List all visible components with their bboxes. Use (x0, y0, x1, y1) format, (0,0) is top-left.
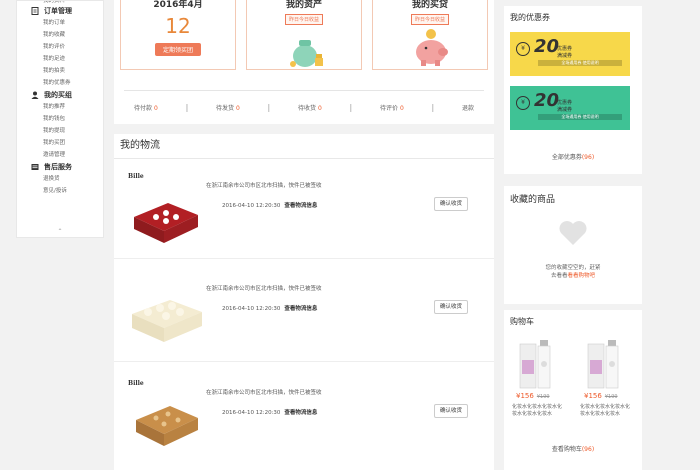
coupon-bar: 全场通用券 使用说明 (538, 114, 622, 120)
sidebar-group-orders: 订单管理 (17, 5, 103, 17)
assets-earnings-tag[interactable]: 昨日今日收益 (284, 14, 323, 25)
sidebar-item-returns[interactable]: 退换货 (17, 173, 103, 185)
logistics-row: 在浙江南余市公司市区北市扫描，快件已被签收 2016-04-10 12:20:3… (114, 262, 494, 362)
logistics-title: 我的物流 (114, 134, 494, 159)
coupon-desc: 优惠券 满减券 (557, 46, 573, 59)
logistics-row: Bille 在浙江南余市公司市区北市扫描，快件已被签收 2016-04-10 1… (114, 159, 494, 259)
sidebar-group-buy: 我的买组 (17, 89, 103, 101)
logistics-status-text: 在浙江南余市公司市区北市扫描，快件已被签收 (206, 390, 322, 396)
service-icon (31, 163, 39, 171)
cart-item-price: ¥156 ¥199 (584, 392, 618, 400)
sidebar-group-label: 订单管理 (44, 7, 72, 15)
user-icon (31, 91, 39, 99)
cart-item-name[interactable]: 化妆水化妆水化妆水化妆水化妆水化妆水 (580, 404, 632, 418)
yen-icon: ¥ (516, 96, 530, 110)
coupons-panel: 我的优惠券 ¥ 20 优惠券 满减券 全场通用券 使用说明 ¥ 20 优惠券 满减券… (504, 6, 642, 174)
sidebar-item-my-history[interactable]: 我的足迹 (17, 53, 103, 65)
heart-icon (558, 220, 588, 248)
coupon-amount: 20 (534, 36, 560, 57)
savings-earnings-tag[interactable]: 昨日今日收益 (410, 14, 449, 25)
cart-item[interactable] (510, 340, 566, 392)
chevron-up-icon[interactable]: ⌃ (17, 228, 103, 235)
sidebar-item-wallet[interactable]: 我的钱包 (17, 113, 103, 125)
coupon-desc: 优惠券 满减券 (557, 100, 573, 113)
cart-item-price: ¥156 ¥199 (516, 392, 550, 400)
view-logistics-link[interactable]: 查看物流信息 (284, 203, 317, 209)
sidebar-item-my-auctions[interactable]: 我的拍卖 (17, 65, 103, 77)
cart-item[interactable] (578, 340, 634, 392)
summary-panel: 2016年4月 12 定期领买团 我的资产 昨日今日收益 我的买贷 昨日今日收益 (114, 0, 494, 124)
savings-card: 我的买贷 昨日今日收益 (372, 0, 488, 70)
status-separator: | (267, 103, 271, 112)
document-icon (31, 7, 39, 15)
coupon-card[interactable]: ¥ 20 优惠券 满减券 全场通用券 使用说明 (510, 86, 630, 130)
logistics-time: 2016-04-10 12:20:30 查看物流信息 (222, 203, 318, 209)
view-logistics-link[interactable]: 查看物流信息 (284, 410, 317, 416)
status-pending-shipment[interactable]: 待发货 0 (216, 103, 240, 112)
status-pending-payment[interactable]: 待付款 0 (134, 103, 158, 112)
product-image-cream-cake[interactable] (126, 284, 206, 348)
logistics-status-text: 在浙江南余市公司市区北市扫描，快件已被签收 (206, 286, 322, 292)
product-image-toner (587, 340, 619, 389)
sidebar-item-my-favorites[interactable]: 我的收藏 (17, 29, 103, 41)
money-bag-icon (287, 32, 327, 70)
confirm-receipt-button[interactable]: 确认收货 (434, 300, 468, 314)
product-image-toner (519, 340, 551, 389)
brand-logo: Bille (128, 380, 144, 387)
status-separator: | (185, 103, 189, 112)
product-image-nut-cake[interactable] (126, 390, 206, 454)
all-coupons-link[interactable]: 全部优惠券(96) (504, 152, 642, 161)
sidebar-item-feedback[interactable]: 意见/投诉 (17, 185, 103, 197)
sidebar-item-my-reviews[interactable]: 我的评价 (17, 41, 103, 53)
status-pending-receipt[interactable]: 待收货 0 (298, 103, 322, 112)
coupons-title: 我的优惠券 (510, 13, 550, 22)
sidebar: 我的资料 订单管理 我的订单 我的收藏 我的评价 我的足迹 我的拍卖 我的优惠券… (16, 0, 104, 238)
logistics-time: 2016-04-10 12:20:30 查看物流信息 (222, 410, 318, 416)
status-pending-review[interactable]: 待评价 0 (380, 103, 404, 112)
sidebar-item-group-buy[interactable]: 我的买团 (17, 137, 103, 149)
confirm-receipt-button[interactable]: 确认收货 (434, 197, 468, 211)
sidebar-group-service: 售后服务 (17, 161, 103, 173)
coupon-bar: 全场通用券 使用说明 (538, 60, 622, 66)
status-separator: | (431, 103, 435, 112)
logistics-status-text: 在浙江南余市公司市区北市扫描，快件已被签收 (206, 183, 322, 189)
sidebar-item-my-coupons[interactable]: 我的优惠券 (17, 77, 103, 89)
cart-panel: 购物车 ¥156 ¥199 化妆水化妆水化妆水化妆水化妆水化妆水 ¥156 ¥199… (504, 310, 642, 470)
order-status-bar: 待付款 0 | 待发货 0 | 待收货 0 | 待评价 0 | 退款 (124, 90, 484, 124)
sidebar-group-label: 售后服务 (44, 163, 72, 171)
assets-card: 我的资产 昨日今日收益 (246, 0, 362, 70)
favorites-title: 收藏的商品 (510, 195, 556, 205)
logistics-row: Bille 在浙江南余市公司市区北市扫描，快件已被签收 2016-04-10 1… (114, 366, 494, 466)
date-card-day: 12 (165, 14, 191, 38)
confirm-receipt-button[interactable]: 确认收货 (434, 404, 468, 418)
sidebar-item-withdraw[interactable]: 我的提现 (17, 125, 103, 137)
daily-claim-button[interactable]: 定期领买团 (154, 43, 201, 56)
sidebar-item-invite[interactable]: 邀请管理 (17, 149, 103, 161)
sidebar-group-label: 我的买组 (44, 91, 72, 99)
favorites-empty-text: 您的收藏空空的，赶紧 去看看看看购物吧 (545, 265, 601, 279)
view-cart-link[interactable]: 查看购物车(96) (504, 444, 642, 453)
cart-item-name[interactable]: 化妆水化妆水化妆水化妆水化妆水化妆水 (512, 404, 564, 418)
status-separator: | (349, 103, 353, 112)
cart-title: 购物车 (510, 317, 534, 326)
savings-card-title: 我的买贷 (411, 0, 448, 10)
status-refund[interactable]: 退款 (462, 103, 474, 112)
logistics-time: 2016-04-10 12:20:30 查看物流信息 (222, 306, 318, 312)
logistics-panel: 我的物流 Bille 在浙江南余市公司市区北市扫描，快件已被签收 2016-04… (114, 134, 494, 470)
date-card: 2016年4月 12 定期领买团 (120, 0, 236, 70)
view-logistics-link[interactable]: 查看物流信息 (284, 306, 317, 312)
piggy-bank-icon (409, 28, 453, 70)
go-shopping-link[interactable]: 看看购物吧 (568, 273, 596, 279)
date-card-title: 2016年4月 (153, 0, 203, 10)
sidebar-item-my-orders[interactable]: 我的订单 (17, 17, 103, 29)
favorites-panel: 收藏的商品 您的收藏空空的，赶紧 去看看看看购物吧 (504, 186, 642, 304)
assets-card-title: 我的资产 (285, 0, 322, 10)
coupon-amount: 20 (534, 90, 560, 111)
brand-logo: Bille (128, 173, 144, 180)
yen-icon: ¥ (516, 42, 530, 56)
sidebar-item-recommend[interactable]: 我的推荐 (17, 101, 103, 113)
coupon-card[interactable]: ¥ 20 优惠券 满减券 全场通用券 使用说明 (510, 32, 630, 76)
product-image-red-velvet[interactable] (126, 187, 206, 251)
